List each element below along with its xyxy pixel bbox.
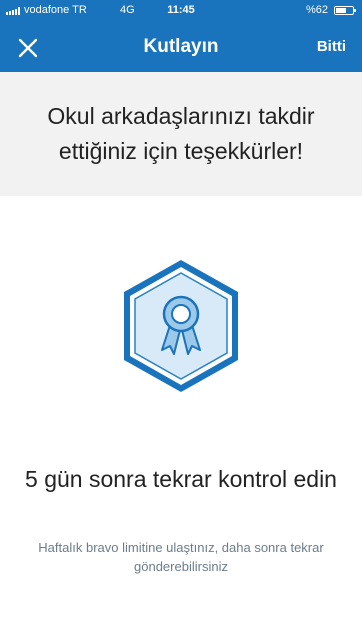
close-icon[interactable]: [16, 36, 40, 60]
signal-strength-icon: [6, 7, 20, 15]
battery-percentage: %62: [305, 4, 328, 16]
battery-icon: [334, 6, 356, 15]
award-ribbon-icon: [124, 260, 238, 392]
page-title: Kutlayın: [143, 36, 219, 57]
limit-reached-text: Haftalık bravo limitine ulaştınız, daha …: [38, 540, 324, 574]
done-button[interactable]: Bitti: [317, 38, 346, 55]
carrier-name: vodafone TR: [24, 4, 87, 16]
retry-headline: 5 gün sonra tekrar kontrol edin: [25, 466, 337, 492]
thank-you-message: Okul arkadaşlarınızı takdir ettiğiniz iç…: [47, 103, 315, 164]
navigation-bar: Kutlayın Bitti: [0, 22, 362, 72]
status-bar: vodafone TR 4G 11:45 %62: [0, 0, 362, 22]
award-badge: [118, 256, 244, 396]
thank-you-banner: Okul arkadaşlarınızı takdir ettiğiniz iç…: [0, 72, 362, 196]
network-type: 4G: [120, 4, 135, 16]
